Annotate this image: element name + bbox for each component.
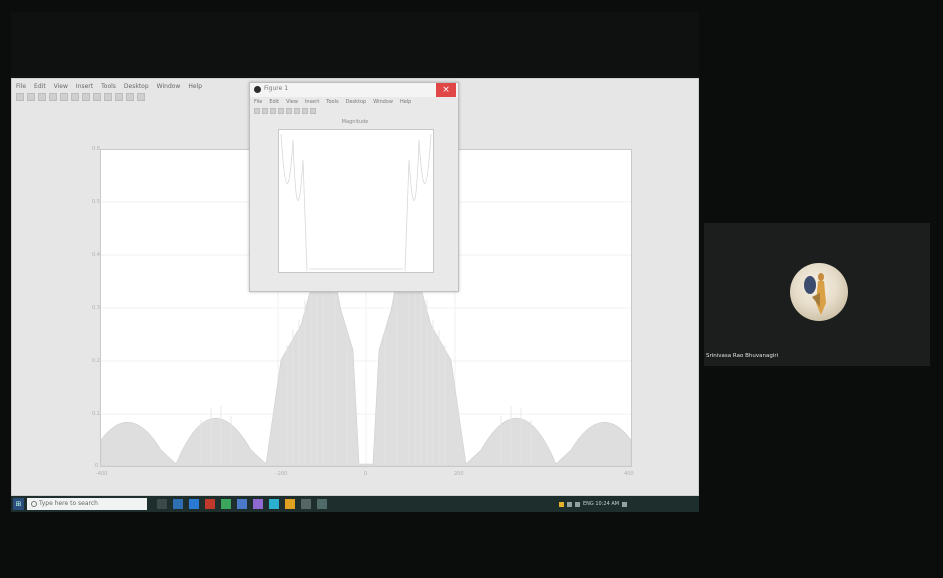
popup-toolbar [254,108,316,116]
popup-axes-title: Magnitude [341,119,369,125]
screen-top-area [11,12,699,76]
data-cursor-icon[interactable] [115,93,123,101]
menu-view[interactable]: View [54,83,68,92]
popup-title: Figure 1 [264,85,289,92]
menu-desktop[interactable]: Desktop [124,83,149,92]
popup-menu-insert[interactable]: Insert [305,99,319,107]
taskbar: ⊞ Type here to search ENG 10:24 AM [11,496,699,512]
popup-menu-help[interactable]: Help [400,99,411,107]
system-tray: ENG 10:24 AM [559,499,679,509]
app-purple-icon[interactable] [253,499,263,509]
notification-icon[interactable] [559,501,564,507]
save-icon[interactable] [270,108,276,114]
task-view-icon[interactable] [157,499,167,509]
app-gray-icon[interactable] [301,499,311,509]
zoom-in-icon[interactable] [71,93,79,101]
app-green-icon[interactable] [221,499,231,509]
y-tick-label: 0.6 [92,146,100,152]
y-tick-label: 0 [94,463,98,469]
open-icon[interactable] [262,108,268,114]
participant-name: Srinivasa Rao Bhuvanagiri [706,353,779,359]
action-center-icon[interactable] [622,501,628,507]
popup-titlebar[interactable]: Figure 1 × [250,83,458,97]
app-blue-icon[interactable] [237,499,247,509]
y-tick-label: 0.1 [92,411,100,417]
popup-figure-window[interactable]: Figure 1 × File Edit View Insert Tools D… [249,82,459,292]
popup-plot-axes[interactable] [278,129,434,273]
menu-tools[interactable]: Tools [101,83,116,92]
x-tick-label: -400 [96,471,108,477]
participant-tile[interactable]: Srinivasa Rao Bhuvanagiri [704,223,930,366]
tray-clock[interactable]: ENG 10:24 AM [583,501,619,507]
print-icon[interactable] [49,93,57,101]
zoom-out-icon[interactable] [82,93,90,101]
data-cursor-icon[interactable] [310,108,316,114]
app-cyan-icon[interactable] [269,499,279,509]
pointer-icon[interactable] [60,93,68,101]
legend-icon[interactable] [137,93,145,101]
popup-menubar: File Edit View Insert Tools Desktop Wind… [254,99,414,107]
popup-menu-window[interactable]: Window [373,99,393,107]
avatar [790,263,848,321]
pan-icon[interactable] [93,93,101,101]
new-figure-icon[interactable] [16,93,24,101]
new-figure-icon[interactable] [254,108,260,114]
zoom-in-icon[interactable] [286,108,292,114]
zoom-out-icon[interactable] [294,108,300,114]
app-red-icon[interactable] [205,499,215,509]
x-tick-label: 200 [454,471,464,477]
popup-menu-file[interactable]: File [254,99,262,107]
start-button[interactable]: ⊞ [13,498,24,510]
menu-window[interactable]: Window [157,83,181,92]
browser-icon[interactable] [189,499,199,509]
menu-help[interactable]: Help [188,83,202,92]
popup-curve-left [280,133,308,272]
y-tick-label: 0.2 [92,358,100,364]
popup-menu-tools[interactable]: Tools [326,99,338,107]
popup-menu-view[interactable]: View [286,99,298,107]
x-tick-label: 400 [624,471,634,477]
y-tick-label: 0.4 [92,252,100,258]
file-explorer-icon[interactable] [285,499,295,509]
figure-app-icon [254,86,261,93]
open-icon[interactable] [27,93,35,101]
rotate-icon[interactable] [104,93,112,101]
y-tick-label: 0.3 [92,305,100,311]
pan-icon[interactable] [302,108,308,114]
popup-menu-edit[interactable]: Edit [269,99,279,107]
network-icon[interactable] [567,501,572,507]
y-tick-label: 0.5 [92,199,100,205]
menu-file[interactable]: File [16,83,26,92]
popup-plot-svg [280,133,432,272]
popup-curve-right [404,133,432,272]
save-icon[interactable] [38,93,46,101]
volume-icon[interactable] [575,501,580,507]
main-toolbar [16,93,166,103]
avatar-figure-icon [804,273,826,315]
print-icon[interactable] [278,108,284,114]
taskbar-search[interactable]: Type here to search [27,498,147,510]
popup-menu-desktop[interactable]: Desktop [346,99,367,107]
x-tick-label: -200 [276,471,288,477]
shared-screen: File Edit View Insert Tools Desktop Wind… [11,12,699,512]
search-icon [31,501,37,507]
x-tick-label: 0 [364,471,368,477]
brush-icon[interactable] [126,93,134,101]
edge-icon[interactable] [173,499,183,509]
menu-insert[interactable]: Insert [76,83,93,92]
close-button[interactable]: × [436,83,456,97]
menu-edit[interactable]: Edit [34,83,46,92]
matlab-icon[interactable] [317,499,327,509]
